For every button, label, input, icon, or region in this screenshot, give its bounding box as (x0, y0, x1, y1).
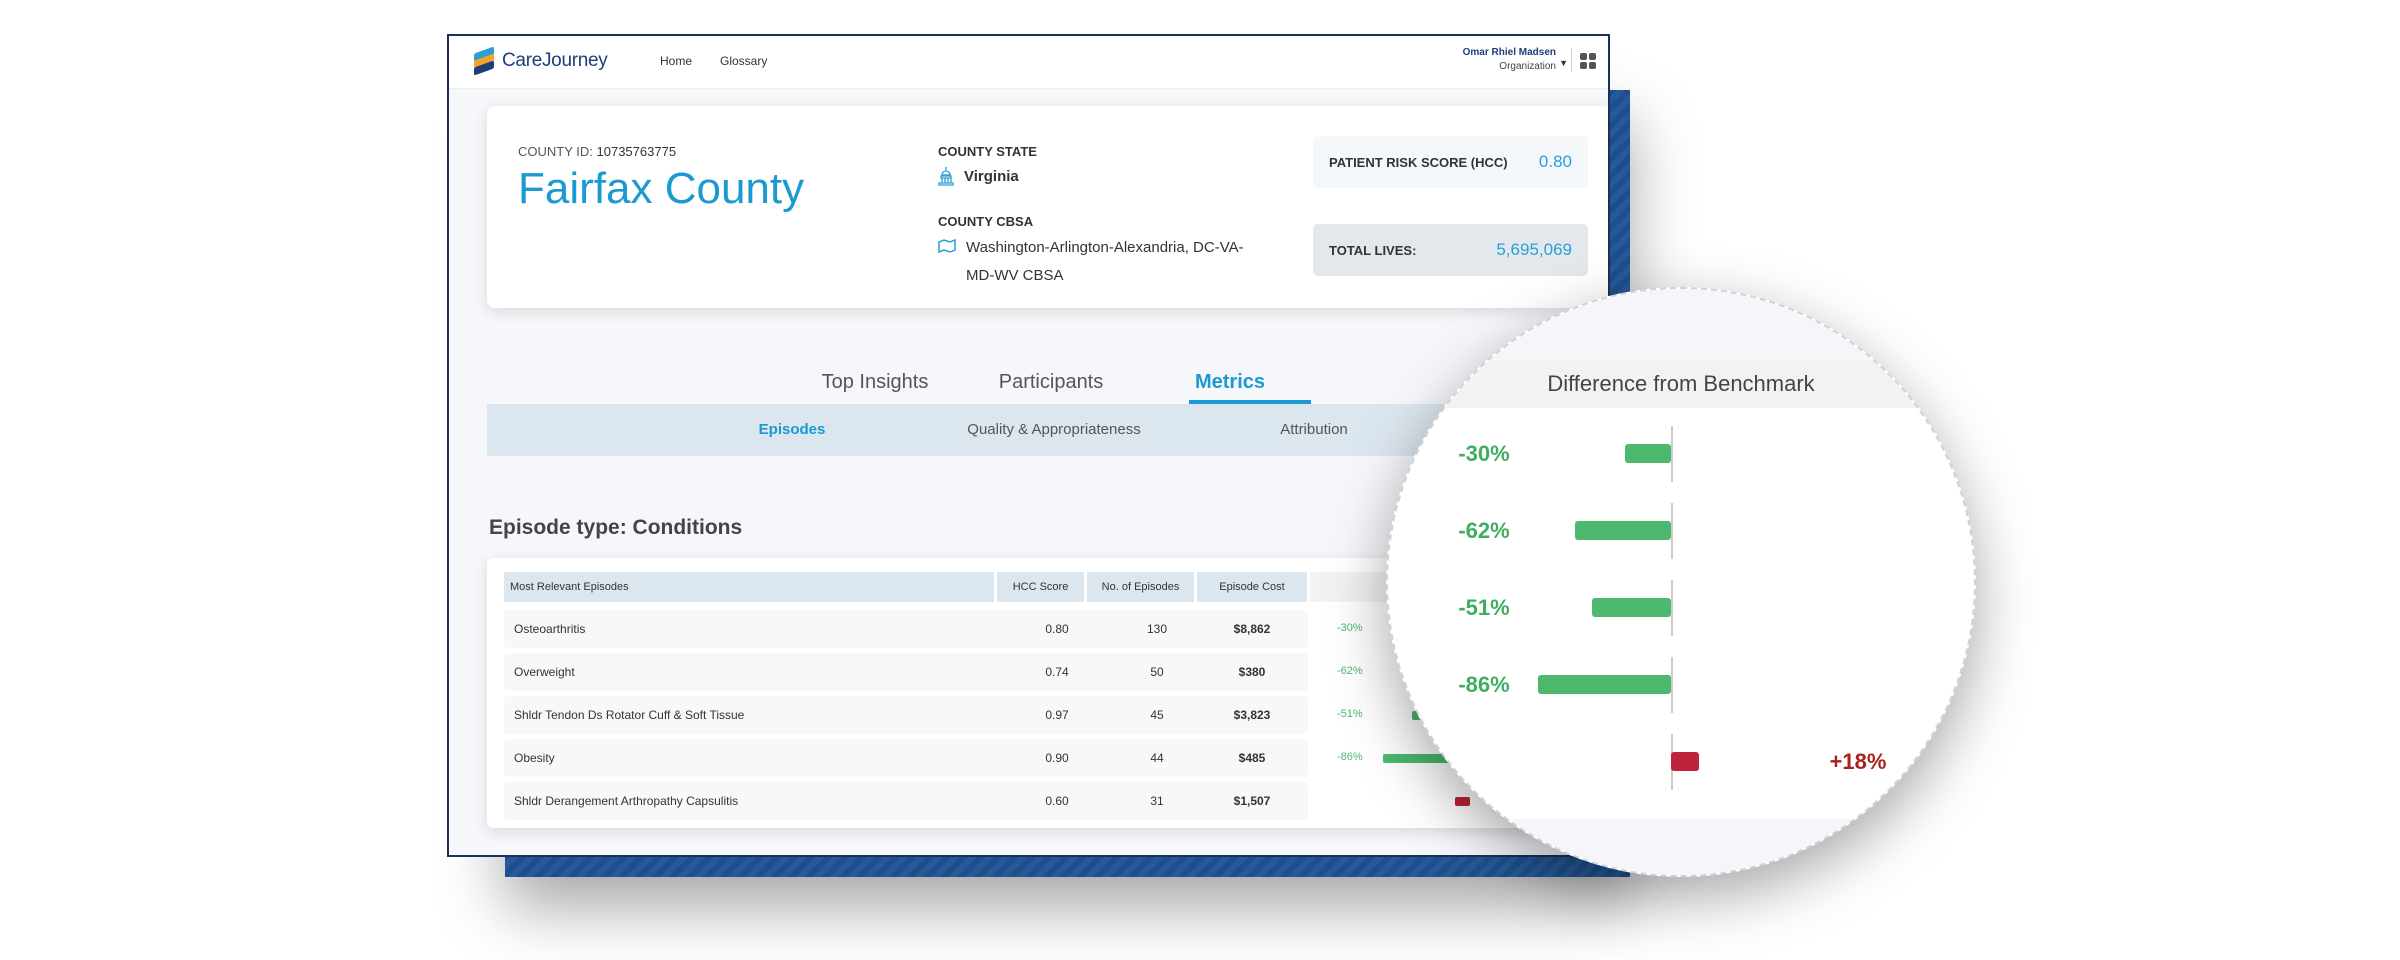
zero-axis (1671, 503, 1673, 559)
county-summary-card: COUNTY ID: 10735763775 Fairfax County CO… (487, 106, 1608, 308)
nav-home[interactable]: Home (660, 54, 692, 68)
chevron-down-icon[interactable]: ▼ (1559, 58, 1568, 68)
map-icon (938, 238, 956, 254)
zero-axis (1671, 426, 1673, 482)
magnified-diff-bar (1537, 675, 1671, 694)
zero-axis (1671, 580, 1673, 636)
callout-header: Difference from Benchmark (1388, 360, 1974, 408)
county-name: Fairfax County (518, 164, 805, 213)
user-org: Organization (1499, 61, 1556, 72)
divider (1571, 48, 1572, 72)
episode-name: Shldr Tendon Ds Rotator Cuff & Soft Tiss… (514, 708, 745, 722)
total-lives-label: TOTAL LIVES: (1329, 242, 1417, 258)
total-lives-box: TOTAL LIVES: 5,695,069 (1313, 224, 1588, 276)
tab-participants[interactable]: Participants (999, 371, 1104, 394)
subtab-quality[interactable]: Quality & Appropriateness (967, 421, 1140, 438)
carejourney-logo[interactable]: CareJourney (471, 46, 608, 76)
episode-name: Shldr Derangement Arthropathy Capsulitis (514, 794, 739, 808)
risk-score-box: PATIENT RISK SCORE (HCC) 0.80 (1313, 136, 1588, 188)
table-row[interactable]: Obesity 0.90 44 $485 (504, 739, 1308, 777)
county-cbsa-line2: MD-WV CBSA (966, 267, 1064, 284)
episode-count: 31 (1150, 794, 1164, 808)
table-row[interactable]: Overweight 0.74 50 $380 (504, 653, 1308, 691)
episode-name: Osteoarthritis (514, 622, 586, 636)
episode-cost: $380 (1238, 665, 1266, 679)
hcc-score: 0.97 (1045, 708, 1069, 722)
episode-count: 50 (1150, 665, 1164, 679)
magnified-diff-label: -86% (1458, 672, 1510, 697)
grid-icon[interactable] (1580, 53, 1596, 69)
diff-bar (1455, 797, 1471, 806)
diff-label: -62% (1337, 665, 1363, 677)
subtab-episodes[interactable]: Episodes (759, 421, 826, 438)
col-header-cost[interactable]: Episode Cost (1197, 572, 1307, 602)
episode-count: 44 (1150, 751, 1164, 765)
callout-background (1388, 819, 1974, 875)
magnified-diff-bar (1671, 752, 1699, 771)
episode-name: Obesity (514, 751, 555, 765)
episode-cost: $8,862 (1233, 622, 1271, 636)
magnified-diff-bar (1574, 521, 1671, 540)
diff-label: -51% (1337, 708, 1363, 720)
episode-count: 130 (1146, 622, 1168, 636)
episode-name: Overweight (514, 665, 575, 679)
capitol-icon (938, 167, 954, 186)
county-cbsa-line1: Washington-Arlington-Alexandria, DC-VA- (966, 239, 1244, 256)
episode-cost: $3,823 (1233, 708, 1271, 722)
callout-background (1388, 289, 1974, 360)
user-name: Omar Rhiel Madsen (1462, 47, 1556, 58)
hcc-score: 0.74 (1045, 665, 1069, 679)
county-state-label: COUNTY STATE (938, 144, 1037, 159)
magnified-diff-bar (1624, 444, 1671, 463)
user-menu[interactable]: Omar Rhiel Madsen Organization (1463, 47, 1556, 72)
magnified-diff-label: -30% (1458, 441, 1510, 466)
col-header-episode[interactable]: Most Relevant Episodes (504, 572, 994, 602)
table-row[interactable]: Shldr Tendon Ds Rotator Cuff & Soft Tiss… (504, 696, 1308, 734)
zero-axis (1671, 657, 1673, 713)
magnified-diff-label: -51% (1458, 595, 1510, 620)
subtab-attribution[interactable]: Attribution (1280, 421, 1348, 438)
county-cbsa-label: COUNTY CBSA (938, 214, 1034, 229)
risk-score-value: 0.80 (1538, 152, 1572, 171)
tab-metrics[interactable]: Metrics (1195, 371, 1265, 394)
total-lives-value: 5,695,069 (1496, 240, 1572, 259)
county-state: Virginia (964, 167, 1019, 185)
episode-cost: $485 (1238, 751, 1266, 765)
col-header-episodes[interactable]: No. of Episodes (1087, 572, 1194, 602)
nav-glossary[interactable]: Glossary (720, 54, 767, 68)
hcc-score: 0.60 (1045, 794, 1069, 808)
tab-top-insights[interactable]: Top Insights (822, 371, 929, 394)
magnified-diff-label: +18% (1829, 749, 1887, 774)
diff-label: -30% (1337, 622, 1363, 634)
county-id: COUNTY ID: 10735763775 (518, 144, 677, 159)
logo-text: CareJourney (502, 50, 608, 71)
magnified-benchmark-callout: Difference from Benchmark -30% -62% -51% -8… (1386, 287, 1976, 877)
diff-label: -86% (1337, 751, 1363, 763)
episode-cost: $1,507 (1233, 794, 1271, 808)
table-row[interactable]: Shldr Derangement Arthropathy Capsulitis… (504, 782, 1308, 820)
top-navbar: CareJourney Home Glossary Omar Rhiel Mad… (449, 36, 1608, 89)
magnified-diff-label: -62% (1458, 518, 1510, 543)
logo-icon (471, 46, 497, 76)
col-header-hcc[interactable]: HCC Score (997, 572, 1084, 602)
episode-type-heading: Episode type: Conditions (489, 516, 743, 539)
episode-count: 45 (1150, 708, 1164, 722)
hcc-score: 0.80 (1045, 622, 1069, 636)
magnified-diff-bar (1591, 598, 1671, 617)
hcc-score: 0.90 (1045, 751, 1069, 765)
risk-score-label: PATIENT RISK SCORE (HCC) (1329, 154, 1508, 170)
table-row[interactable]: Osteoarthritis 0.80 130 $8,862 (504, 610, 1308, 648)
